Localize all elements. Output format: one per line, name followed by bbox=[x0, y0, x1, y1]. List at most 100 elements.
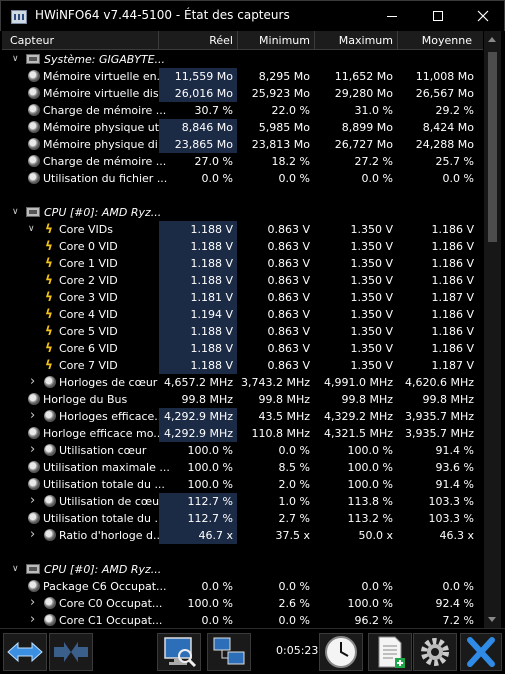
average-value: 1.186 V bbox=[431, 257, 474, 270]
sensor-row[interactable]: ϟ Core 1 VID 1.188 V 0.863 V 1.350 V 1.186 V bbox=[2, 255, 483, 272]
settings-button[interactable] bbox=[413, 633, 457, 671]
collapse-chevron-icon[interactable]: › bbox=[30, 527, 35, 542]
sensor-label: Mémoire physique ut... bbox=[43, 121, 170, 134]
sensor-icon bbox=[28, 104, 40, 116]
sensor-icon bbox=[28, 155, 40, 167]
average-value: 1.186 V bbox=[431, 325, 474, 338]
sensor-row[interactable]: › Horloges de cœur 4,657.2 MHz 3,743.2 MHz 4… bbox=[2, 374, 483, 391]
collapse-chevron-icon[interactable]: › bbox=[30, 442, 35, 457]
sensor-row[interactable]: ∨ ϟ Core VIDs 1.188 V 0.863 V 1.350 V 1.186 V bbox=[2, 221, 483, 238]
sensor-row[interactable]: Charge de mémoire ... 30.7 % 22.0 % 31.0 % 2… bbox=[2, 102, 483, 119]
expand-chevron-icon[interactable]: ∨ bbox=[12, 207, 19, 217]
expand-chevron-icon[interactable]: ∨ bbox=[28, 224, 35, 234]
sensor-row[interactable]: Utilisation totale du ... 112.7 % 2.7 % 113… bbox=[2, 510, 483, 527]
sensor-row[interactable]: ϟ Core 3 VID 1.181 V 0.863 V 1.350 V 1.187 V bbox=[2, 289, 483, 306]
minimum-value: 8,295 Mo bbox=[258, 70, 310, 83]
maximize-button[interactable] bbox=[415, 1, 461, 32]
sensor-group[interactable]: ∨ CPU [#0]: AMD Ryz... bbox=[2, 561, 483, 578]
sensor-row[interactable]: Mémoire physique di... 23,865 Mo 23,813 Mo… bbox=[2, 136, 483, 153]
sensor-group[interactable]: ∨ Système: GIGABYTE... bbox=[2, 51, 483, 68]
sensor-row[interactable]: ϟ Core 4 VID 1.194 V 0.863 V 1.350 V 1.186 V bbox=[2, 306, 483, 323]
collapse-chevron-icon[interactable]: › bbox=[30, 408, 35, 423]
close-button[interactable] bbox=[460, 633, 502, 671]
sensor-row[interactable]: › Core C0 Occupat... 100.0 % 2.6 % 100.0 % 92… bbox=[2, 595, 483, 612]
scroll-down-icon[interactable] bbox=[488, 617, 496, 622]
sensor-row[interactable]: Horloge du Bus 99.8 MHz 99.8 MHz 99.8 MHz 99… bbox=[2, 391, 483, 408]
maximum-value: 4,321.5 MHz bbox=[323, 427, 393, 440]
current-value: 8,846 Mo bbox=[159, 119, 237, 136]
chip-icon bbox=[26, 54, 40, 64]
maximum-value: 50.0 x bbox=[358, 529, 394, 542]
sensor-row[interactable]: Package C6 Occupat... 0.0 % 0.0 % 0.0 % 0.0 … bbox=[2, 578, 483, 595]
sensor-row[interactable]: ϟ Core 0 VID 1.188 V 0.863 V 1.350 V 1.186 V bbox=[2, 238, 483, 255]
sensor-row[interactable]: › Ratio d'horloge d... 46.7 x 37.5 x 50.0 x 4… bbox=[2, 527, 483, 544]
sensor-label: Utilisation maximale ... bbox=[43, 461, 170, 474]
sensor-label: Horloge efficace mo... bbox=[43, 427, 164, 440]
sensor-row[interactable]: ϟ Core 6 VID 1.188 V 0.863 V 1.350 V 1.186 V bbox=[2, 340, 483, 357]
column-average[interactable]: Moyenne bbox=[398, 34, 472, 47]
clock-button[interactable] bbox=[319, 633, 363, 671]
sensor-row[interactable]: Utilisation totale du ... 100.0 % 2.0 % 100… bbox=[2, 476, 483, 493]
collapse-chevron-icon[interactable]: › bbox=[30, 612, 35, 627]
maximum-value: 96.2 % bbox=[354, 614, 393, 627]
row-spacer bbox=[2, 544, 483, 561]
scroll-thumb[interactable] bbox=[488, 52, 497, 242]
sensor-row[interactable]: ϟ Core 7 VID 1.188 V 0.863 V 1.350 V 1.187 V bbox=[2, 357, 483, 374]
scroll-up-icon[interactable] bbox=[488, 37, 496, 42]
sensor-label: Utilisation du fichier ... bbox=[43, 172, 168, 185]
maximum-value: 113.8 % bbox=[347, 495, 393, 508]
column-current[interactable]: Réel bbox=[159, 34, 233, 47]
sensor-row[interactable]: Mémoire virtuelle en... 11,559 Mo 8,295 Mo… bbox=[2, 68, 483, 85]
average-value: 24,288 Mo bbox=[415, 138, 474, 151]
sensor-label: Système: GIGABYTE... bbox=[44, 53, 166, 66]
sensor-report-button[interactable] bbox=[157, 633, 201, 671]
average-value: 1.186 V bbox=[431, 274, 474, 287]
average-value: 1.186 V bbox=[431, 240, 474, 253]
vertical-scrollbar[interactable] bbox=[484, 31, 501, 628]
expand-arrows-button[interactable] bbox=[3, 633, 47, 671]
sensor-label: Core VIDs bbox=[59, 223, 113, 236]
sensor-row[interactable]: › Core C1 Occupat... 0.0 % 0.0 % 96.2 % 7.2 % bbox=[2, 612, 483, 628]
collapse-chevron-icon[interactable]: › bbox=[30, 374, 35, 389]
sensor-row[interactable]: Horloge efficace mo... 4,292.9 MHz 110.8 M… bbox=[2, 425, 483, 442]
sensor-label: Core C1 Occupat... bbox=[59, 614, 163, 627]
sensor-row[interactable]: › Horloges efficace... 4,292.9 MHz 43.5 MHz… bbox=[2, 408, 483, 425]
expand-chevron-icon[interactable]: ∨ bbox=[12, 564, 19, 574]
sensor-label: Mémoire virtuelle en... bbox=[43, 70, 168, 83]
column-minimum[interactable]: Minimum bbox=[238, 34, 310, 47]
sensor-row[interactable]: Charge de mémoire ... 27.0 % 18.2 % 27.2 % 2… bbox=[2, 153, 483, 170]
sensor-row[interactable]: ϟ Core 2 VID 1.188 V 0.863 V 1.350 V 1.186 V bbox=[2, 272, 483, 289]
sensor-icon bbox=[28, 393, 40, 405]
elapsed-timer: 0:05:23 bbox=[276, 644, 319, 657]
current-value: 23,865 Mo bbox=[159, 136, 237, 153]
logging-button[interactable] bbox=[368, 633, 412, 671]
sensor-icon bbox=[44, 614, 56, 626]
collapse-chevron-icon[interactable]: › bbox=[30, 493, 35, 508]
current-value: 100.0 % bbox=[187, 597, 233, 610]
sensor-row[interactable]: Mémoire physique ut... 8,846 Mo 5,985 Mo 8,… bbox=[2, 119, 483, 136]
column-sensor[interactable]: Capteur bbox=[10, 34, 54, 47]
minimize-button[interactable] bbox=[369, 1, 415, 32]
maximum-value: 113.2 % bbox=[347, 512, 393, 525]
close-window-button[interactable] bbox=[460, 1, 505, 32]
sensor-row[interactable]: Utilisation maximale ... 100.0 % 8.5 % 100.… bbox=[2, 459, 483, 476]
average-value: 7.2 % bbox=[442, 614, 474, 627]
collapse-arrows-button[interactable] bbox=[49, 633, 93, 671]
current-value: 1.188 V bbox=[159, 323, 237, 340]
sensor-row[interactable]: Utilisation du fichier ... 0.0 % 0.0 % 0.0 … bbox=[2, 170, 483, 187]
network-button[interactable] bbox=[207, 633, 251, 671]
column-maximum[interactable]: Maximum bbox=[315, 34, 393, 47]
sensor-label: Package C6 Occupat... bbox=[43, 580, 167, 593]
average-value: 1.187 V bbox=[431, 291, 474, 304]
average-value: 91.4 % bbox=[435, 478, 474, 491]
minimum-value: 3,743.2 MHz bbox=[240, 376, 310, 389]
sensor-row[interactable]: Mémoire virtuelle dis... 26,016 Mo 25,923 … bbox=[2, 85, 483, 102]
sensor-row[interactable]: ϟ Core 5 VID 1.188 V 0.863 V 1.350 V 1.186 V bbox=[2, 323, 483, 340]
current-value: 27.0 % bbox=[194, 155, 233, 168]
expand-chevron-icon[interactable]: ∨ bbox=[12, 54, 19, 64]
sensor-group[interactable]: ∨ CPU [#0]: AMD Ryz... bbox=[2, 204, 483, 221]
sensor-row[interactable]: › Utilisation de cœur 112.7 % 1.0 % 113.8 % 1… bbox=[2, 493, 483, 510]
collapse-chevron-icon[interactable]: › bbox=[30, 595, 35, 610]
sensor-row[interactable]: › Utilisation cœur 100.0 % 0.0 % 100.0 % 91.4… bbox=[2, 442, 483, 459]
sensor-label: Charge de mémoire ... bbox=[43, 155, 167, 168]
